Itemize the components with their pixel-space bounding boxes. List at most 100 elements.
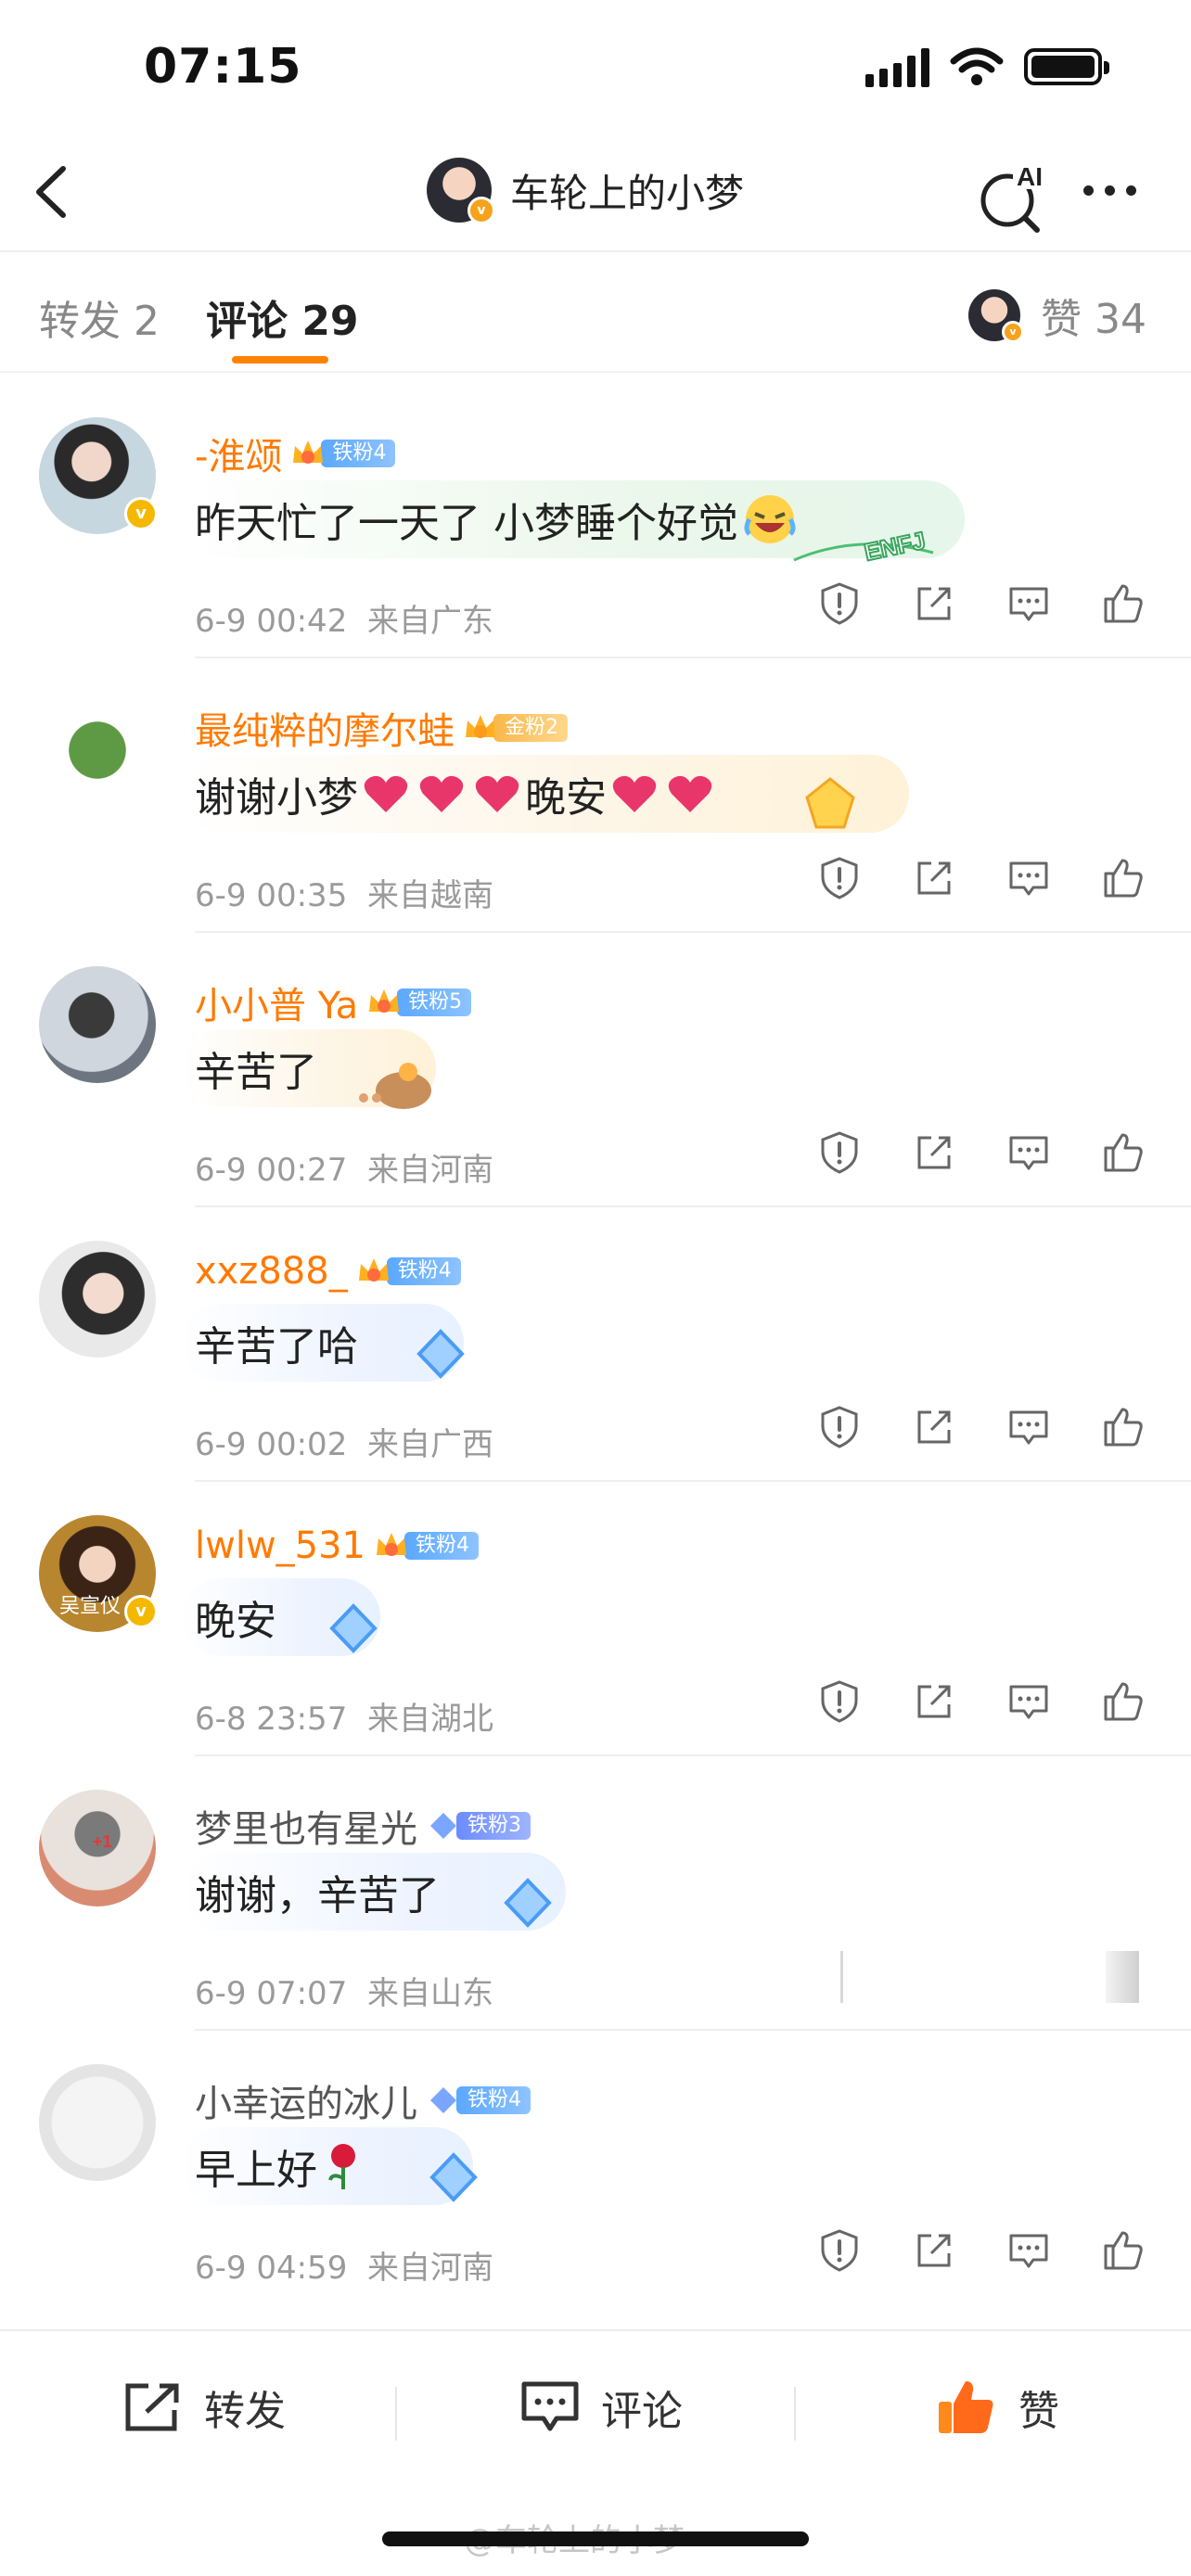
avatar[interactable] — [39, 2064, 156, 2181]
comment-author[interactable]: 梦里也有星光 — [195, 1799, 417, 1853]
avatar[interactable]: 吴宣仪 v — [39, 1515, 158, 1632]
more-options-icon[interactable] — [1083, 185, 1136, 196]
fan-badge-label: 铁粉5 — [397, 988, 472, 1016]
avatar[interactable]: +1 — [39, 1790, 156, 1906]
comment-text: 谢谢，辛苦了 — [195, 1872, 440, 1919]
fan-badge-label: 铁粉3 — [456, 1812, 531, 1840]
share-icon[interactable] — [911, 1129, 957, 1176]
crown-icon — [377, 1533, 407, 1556]
avatar[interactable] — [39, 1241, 156, 1358]
comment-time: 6-9 04:59 — [195, 2250, 348, 2287]
comment-author[interactable]: 小幸运的冰儿 — [195, 2073, 417, 2127]
comment-actions — [816, 1678, 1146, 1725]
comment-text: 辛苦了哈 — [195, 1323, 358, 1371]
reply-icon[interactable] — [1005, 1404, 1052, 1450]
comment-time: 6-9 00:42 — [195, 603, 348, 640]
comment-label: 评论 — [601, 2388, 683, 2435]
like-icon[interactable] — [1100, 2227, 1146, 2274]
comment-author[interactable]: lwlw_531 — [195, 1524, 365, 1567]
comment-location: 来自广西 — [366, 1426, 493, 1463]
tab-repost[interactable]: 转发 2 — [39, 287, 160, 347]
like-label: 赞 — [1018, 2388, 1059, 2435]
reply-icon[interactable] — [1005, 1129, 1052, 1176]
comment-author[interactable]: 小小普 Ya — [195, 976, 358, 1029]
nav-bar: v 车轮上的小梦 AI — [0, 139, 1191, 252]
reply-icon[interactable] — [1005, 855, 1052, 901]
comment-location: 来自湖北 — [366, 1701, 493, 1738]
repost-label: 转发 — [204, 2388, 286, 2435]
reply-icon[interactable] — [1005, 1678, 1052, 1725]
repost-button[interactable]: 转发 — [122, 2378, 286, 2437]
comment-time: 6-9 00:02 — [195, 1426, 348, 1463]
comment-time: 6-9 07:07 — [195, 1975, 348, 2012]
share-icon[interactable] — [911, 1678, 957, 1725]
avatar[interactable]: v — [427, 158, 495, 224]
heart-emoji-icon — [364, 775, 408, 812]
divider — [794, 2387, 796, 2441]
fan-badge: 铁粉5 — [365, 988, 472, 1017]
like-filled-icon — [939, 2381, 993, 2433]
like-icon[interactable] — [1100, 1404, 1146, 1450]
comment-item: +1 梦里也有星光 铁粉3 谢谢，辛苦了 6-9 07:07 来自山东 — [0, 1756, 1191, 2031]
report-icon[interactable] — [816, 855, 863, 901]
comment-button[interactable]: 评论 — [519, 2378, 683, 2437]
report-icon[interactable] — [816, 2227, 863, 2274]
verified-icon: v — [124, 497, 158, 530]
like-icon[interactable] — [1100, 1678, 1146, 1725]
comment-time: 6-9 00:35 — [195, 877, 348, 914]
fan-badge-label: 铁粉4 — [386, 1257, 461, 1285]
comment-author[interactable]: -淮颂 — [195, 427, 282, 480]
comment-meta: 6-8 23:57 来自湖北 — [195, 1693, 493, 1739]
divider — [395, 2387, 397, 2441]
comment-item: 最纯粹的摩尔蛙 金粉2 谢谢小梦 晚安 6-9 00:35 来自越南 — [0, 658, 1191, 933]
sticker-text: ENFJ — [862, 526, 928, 566]
share-icon[interactable] — [911, 580, 957, 627]
report-icon[interactable] — [816, 1678, 863, 1725]
share-icon[interactable] — [911, 1404, 957, 1450]
avatar[interactable]: v — [39, 417, 158, 534]
ai-search-icon[interactable]: AI — [976, 159, 1050, 234]
like-button[interactable]: 赞 — [935, 2378, 1059, 2437]
heart-emoji-icon — [475, 775, 519, 812]
blue-diamond-icon — [429, 2152, 478, 2202]
avatar[interactable] — [39, 692, 156, 809]
back-icon[interactable] — [24, 159, 80, 224]
verified-icon: v — [467, 197, 495, 224]
wifi-icon — [950, 47, 1004, 85]
nav-profile[interactable]: v 车轮上的小梦 — [427, 158, 744, 224]
report-icon[interactable] — [816, 1129, 863, 1176]
like-icon[interactable] — [1100, 855, 1146, 901]
rose-emoji-icon — [328, 2144, 355, 2189]
tab-comments[interactable]: 评论 29 — [206, 287, 359, 347]
comment-meta: 6-9 04:59 来自河南 — [195, 2242, 493, 2288]
fan-badge: 铁粉3 — [425, 1811, 531, 1841]
reply-icon[interactable] — [1005, 2227, 1052, 2274]
avatar[interactable] — [39, 966, 156, 1083]
comment-author[interactable]: xxz888_ — [195, 1250, 348, 1293]
report-icon[interactable] — [816, 1404, 863, 1450]
likes-count[interactable]: 赞 34 — [1041, 286, 1146, 345]
blue-diamond-icon — [329, 1603, 378, 1653]
comment-item: 小幸运的冰儿 铁粉4 早上好 6-9 04:59 来自河南 — [0, 2031, 1191, 2305]
comment-time: 6-8 23:57 — [195, 1701, 348, 1738]
comment-meta: 6-9 00:02 来自广西 — [195, 1419, 493, 1464]
home-indicator[interactable] — [382, 2531, 809, 2546]
like-icon[interactable] — [1100, 580, 1146, 627]
fan-badge-label: 铁粉4 — [404, 1532, 480, 1560]
nav-title[interactable]: 车轮上的小梦 — [510, 162, 744, 219]
reply-icon[interactable] — [1005, 580, 1052, 627]
comment-text: 早上好 — [195, 2147, 317, 2194]
avatar-caption: +1 — [93, 1832, 112, 1851]
report-icon[interactable] — [816, 580, 863, 627]
ai-label: AI — [1017, 162, 1043, 191]
crown-icon — [369, 989, 400, 1013]
diamond-badge-icon — [430, 2087, 456, 2113]
like-icon[interactable] — [1100, 1129, 1146, 1176]
comment-author[interactable]: 最纯粹的摩尔蛙 — [195, 701, 455, 755]
diamond-badge-icon — [430, 1813, 456, 1839]
tab-likes[interactable]: v 赞 34 — [968, 286, 1146, 345]
share-icon[interactable] — [911, 855, 957, 901]
fan-badge: 铁粉4 — [355, 1256, 461, 1286]
share-icon[interactable] — [911, 2227, 957, 2274]
fan-badge-label: 金粉2 — [493, 714, 568, 742]
